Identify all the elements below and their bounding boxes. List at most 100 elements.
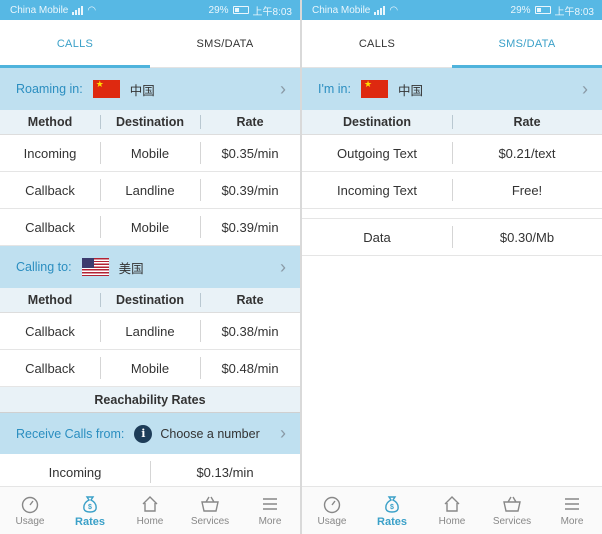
nav-rates[interactable]: $ Rates xyxy=(60,487,120,534)
nav-home[interactable]: Home xyxy=(120,487,180,534)
nav-services-label: Services xyxy=(492,516,532,527)
speedometer-icon xyxy=(21,496,39,514)
nav-services-label: Services xyxy=(190,516,230,527)
battery-icon xyxy=(534,6,551,14)
signal-icon xyxy=(72,5,84,15)
clock: 上午8:03 xyxy=(554,6,594,18)
nav-home[interactable]: Home xyxy=(422,487,482,534)
chevron-right-icon: › xyxy=(280,257,286,277)
calling-selector[interactable]: Calling to: 美国 › xyxy=(0,246,300,288)
roaming-label: Roaming in: xyxy=(16,82,83,96)
tab-bar: CALLS SMS/DATA xyxy=(0,20,300,68)
section-spacer xyxy=(302,209,602,219)
status-bar: China Mobile ◠ 29% 上午8:03 xyxy=(302,0,602,20)
home-icon xyxy=(142,496,158,512)
nav-services[interactable]: Services xyxy=(482,487,542,534)
table-row: Incoming Text Free! xyxy=(302,172,602,209)
column-method: Method xyxy=(27,115,73,129)
chevron-right-icon: › xyxy=(280,423,286,443)
china-flag-icon xyxy=(360,80,388,98)
row-destination: Landline xyxy=(100,324,200,339)
chevron-right-icon: › xyxy=(582,79,588,99)
status-bar: China Mobile ◠ 29% 上午8:03 xyxy=(0,0,300,20)
battery-percent: 29% xyxy=(208,4,229,16)
row-rate: Free! xyxy=(452,183,602,198)
menu-icon xyxy=(565,498,579,510)
tab-sms-data[interactable]: SMS/DATA xyxy=(452,20,602,68)
sms-data-screen: China Mobile ◠ 29% 上午8:03 CALLS SMS/DATA… xyxy=(302,0,602,534)
usa-flag-icon xyxy=(81,258,109,276)
row-rate: $0.35/min xyxy=(200,146,300,161)
battery-icon xyxy=(232,6,249,14)
table-row: Data $0.30/Mb xyxy=(302,219,602,256)
row-method: Callback xyxy=(25,360,75,376)
menu-icon xyxy=(263,498,277,510)
tab-calls[interactable]: CALLS xyxy=(0,20,150,68)
nav-rates[interactable]: $ Rates xyxy=(362,487,422,534)
receive-calls-selector[interactable]: Receive Calls from: i Choose a number › xyxy=(0,412,300,454)
nav-more[interactable]: More xyxy=(542,487,602,534)
china-flag-icon xyxy=(92,80,120,98)
row-rate: $0.39/min xyxy=(200,183,300,198)
calling-column-header: Method Destination Rate xyxy=(0,288,300,313)
row-destination: Data xyxy=(363,229,391,245)
nav-usage-label: Usage xyxy=(317,516,347,527)
row-rate: $0.39/min xyxy=(200,220,300,235)
nav-usage[interactable]: Usage xyxy=(0,487,60,534)
table-row: Callback Landline $0.38/min xyxy=(0,313,300,350)
reachability-title: Reachability Rates xyxy=(0,387,300,412)
row-method: Incoming xyxy=(23,145,77,161)
table-row: Incoming Mobile $0.35/min xyxy=(0,135,300,172)
im-in-country: 中国 xyxy=(397,83,423,98)
carrier-name: China Mobile xyxy=(312,4,371,16)
basket-icon xyxy=(503,496,521,512)
table-row: Callback Mobile $0.48/min xyxy=(0,350,300,387)
column-method: Method xyxy=(27,293,73,307)
row-type: Incoming xyxy=(48,464,102,480)
row-method: Callback xyxy=(25,182,75,198)
calling-label: Calling to: xyxy=(16,260,72,274)
table-row: Outgoing Text $0.21/text xyxy=(302,135,602,172)
nav-usage[interactable]: Usage xyxy=(302,487,362,534)
clock: 上午8:03 xyxy=(252,6,292,18)
money-bag-icon: $ xyxy=(83,495,97,513)
row-destination: Outgoing Text xyxy=(337,145,417,161)
basket-icon xyxy=(201,496,219,512)
roaming-selector[interactable]: Roaming in: 中国 › xyxy=(0,68,300,110)
row-method: Callback xyxy=(25,323,75,339)
row-rate: $0.21/text xyxy=(452,146,602,161)
table-row: Callback Mobile $0.39/min xyxy=(0,209,300,246)
svg-text:$: $ xyxy=(88,504,92,511)
tab-bar: CALLS SMS/DATA xyxy=(302,20,602,68)
row-rate: $0.48/min xyxy=(200,361,300,376)
wifi-icon: ◠ xyxy=(389,4,399,16)
row-destination: Mobile xyxy=(100,361,200,376)
wifi-icon: ◠ xyxy=(87,4,97,16)
row-rate: $0.38/min xyxy=(200,324,300,339)
nav-home-label: Home xyxy=(438,516,466,527)
table-row: Callback Landline $0.39/min xyxy=(0,172,300,209)
tab-calls[interactable]: CALLS xyxy=(302,20,452,67)
row-destination: Landline xyxy=(100,183,200,198)
info-icon: i xyxy=(134,424,153,443)
carrier-name: China Mobile xyxy=(10,4,69,16)
nav-rates-label: Rates xyxy=(75,515,105,528)
nav-home-label: Home xyxy=(136,516,164,527)
nav-more[interactable]: More xyxy=(240,487,300,534)
home-icon xyxy=(444,496,460,512)
sms-column-header: Destination Rate xyxy=(302,110,602,135)
im-in-selector[interactable]: I'm in: 中国 › xyxy=(302,68,602,110)
calls-screen: China Mobile ◠ 29% 上午8:03 CALLS SMS/DATA… xyxy=(0,0,300,534)
roaming-country: 中国 xyxy=(129,83,155,98)
speedometer-icon xyxy=(323,496,341,514)
column-rate: Rate xyxy=(452,115,602,129)
row-rate: $0.30/Mb xyxy=(452,230,602,245)
nav-rates-label: Rates xyxy=(377,515,407,528)
nav-usage-label: Usage xyxy=(15,516,45,527)
nav-services[interactable]: Services xyxy=(180,487,240,534)
bottom-nav: Usage $ Rates Home Services More xyxy=(0,486,300,534)
row-destination: Mobile xyxy=(100,220,200,235)
calls-column-header: Method Destination Rate xyxy=(0,110,300,135)
money-bag-icon: $ xyxy=(385,495,399,513)
tab-sms-data[interactable]: SMS/DATA xyxy=(150,20,300,67)
